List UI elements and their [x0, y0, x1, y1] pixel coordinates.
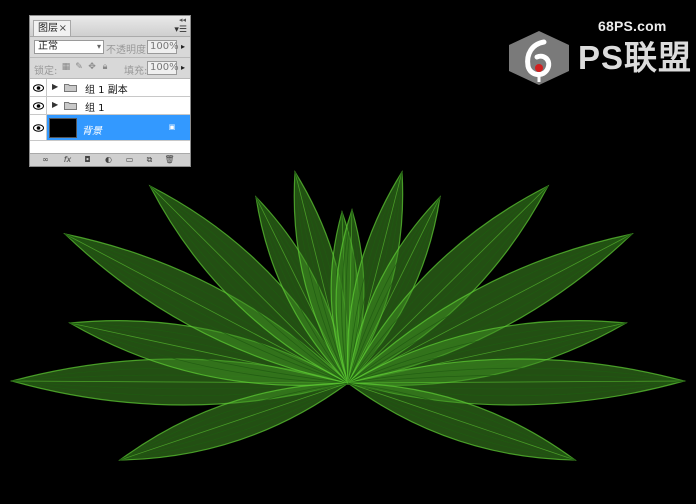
lock-row: 锁定: ▦ ✎ ✥ 🔒︎ 填充: 100% ▸ — [30, 58, 190, 79]
folder-icon — [64, 102, 77, 110]
watermark-brand: PS联盟 — [578, 39, 693, 76]
fill-label: 填充: — [124, 66, 148, 77]
fill-slider-arrow-icon[interactable]: ▸ — [178, 61, 188, 75]
adjustment-icon[interactable]: ◐ — [103, 155, 114, 165]
panel-titlebar: 图层 × ◂◂ ▾☰ — [30, 16, 190, 37]
layer-thumbnail — [49, 118, 77, 138]
lock-position-icon[interactable]: ✥ — [87, 62, 97, 72]
visibility-eye-icon[interactable] — [30, 115, 47, 140]
link-icon[interactable]: ∞ — [40, 155, 51, 165]
layer-row-group-1-copy[interactable]: ▶ 组 1 副本 — [30, 79, 190, 97]
layers-list: ▶ 组 1 副本 ▶ 组 1 背景 ▣ — [30, 79, 190, 155]
layer-name: 组 1 — [85, 103, 105, 114]
mask-icon[interactable]: ◘ — [82, 155, 93, 165]
tab-layers-label: 图层 — [38, 23, 58, 34]
fill-input[interactable]: 100% — [147, 61, 179, 75]
close-icon[interactable]: × — [59, 21, 67, 36]
chevron-down-icon: ▾ — [96, 42, 101, 51]
lock-all-icon[interactable]: 🔒︎ — [100, 62, 110, 72]
blend-mode-value: 正常 — [38, 41, 58, 52]
tab-layers[interactable]: 图层 × — [33, 20, 71, 36]
layer-lock-icon: ▣ — [168, 123, 176, 131]
layer-row-background[interactable]: 背景 ▣ — [30, 115, 190, 141]
watermark-url: 68PS.com — [598, 18, 667, 34]
expand-triangle-icon[interactable]: ▶ — [52, 100, 58, 109]
collapse-icon[interactable]: ◂◂ — [179, 16, 186, 24]
trash-icon[interactable]: 🗑 — [164, 155, 175, 165]
lock-pixels-icon[interactable]: ✎ — [74, 62, 84, 72]
panel-bottom-toolbar: ∞ fx ◘ ◐ ▭ ⧉ 🗑 — [30, 153, 190, 166]
layer-name: 背景 — [82, 126, 102, 137]
blend-mode-select[interactable]: 正常 ▾ — [34, 40, 104, 54]
layer-row-group-1[interactable]: ▶ 组 1 — [30, 97, 190, 115]
lock-transparency-icon[interactable]: ▦ — [61, 62, 71, 72]
panel-menu-icon[interactable]: ▾☰ — [174, 26, 187, 35]
ps-union-logo-icon — [509, 31, 569, 85]
opacity-slider-arrow-icon[interactable]: ▸ — [178, 40, 188, 54]
blend-row: 正常 ▾ 不透明度: 100% ▸ — [30, 37, 190, 58]
lock-label: 锁定: — [34, 66, 58, 77]
visibility-eye-icon[interactable] — [30, 97, 47, 114]
new-group-icon[interactable]: ▭ — [124, 155, 135, 165]
visibility-eye-icon[interactable] — [30, 79, 47, 96]
fx-icon[interactable]: fx — [62, 155, 73, 165]
folder-icon — [64, 84, 77, 92]
opacity-label: 不透明度: — [106, 45, 150, 56]
layers-panel: 图层 × ◂◂ ▾☰ 正常 ▾ 不透明度: 100% ▸ 锁定: ▦ ✎ ✥ 🔒… — [29, 15, 191, 167]
lotus-artwork — [9, 170, 687, 461]
new-layer-icon[interactable]: ⧉ — [144, 155, 155, 165]
expand-triangle-icon[interactable]: ▶ — [52, 82, 58, 91]
layer-name: 组 1 副本 — [85, 85, 128, 96]
opacity-input[interactable]: 100% — [147, 40, 179, 54]
